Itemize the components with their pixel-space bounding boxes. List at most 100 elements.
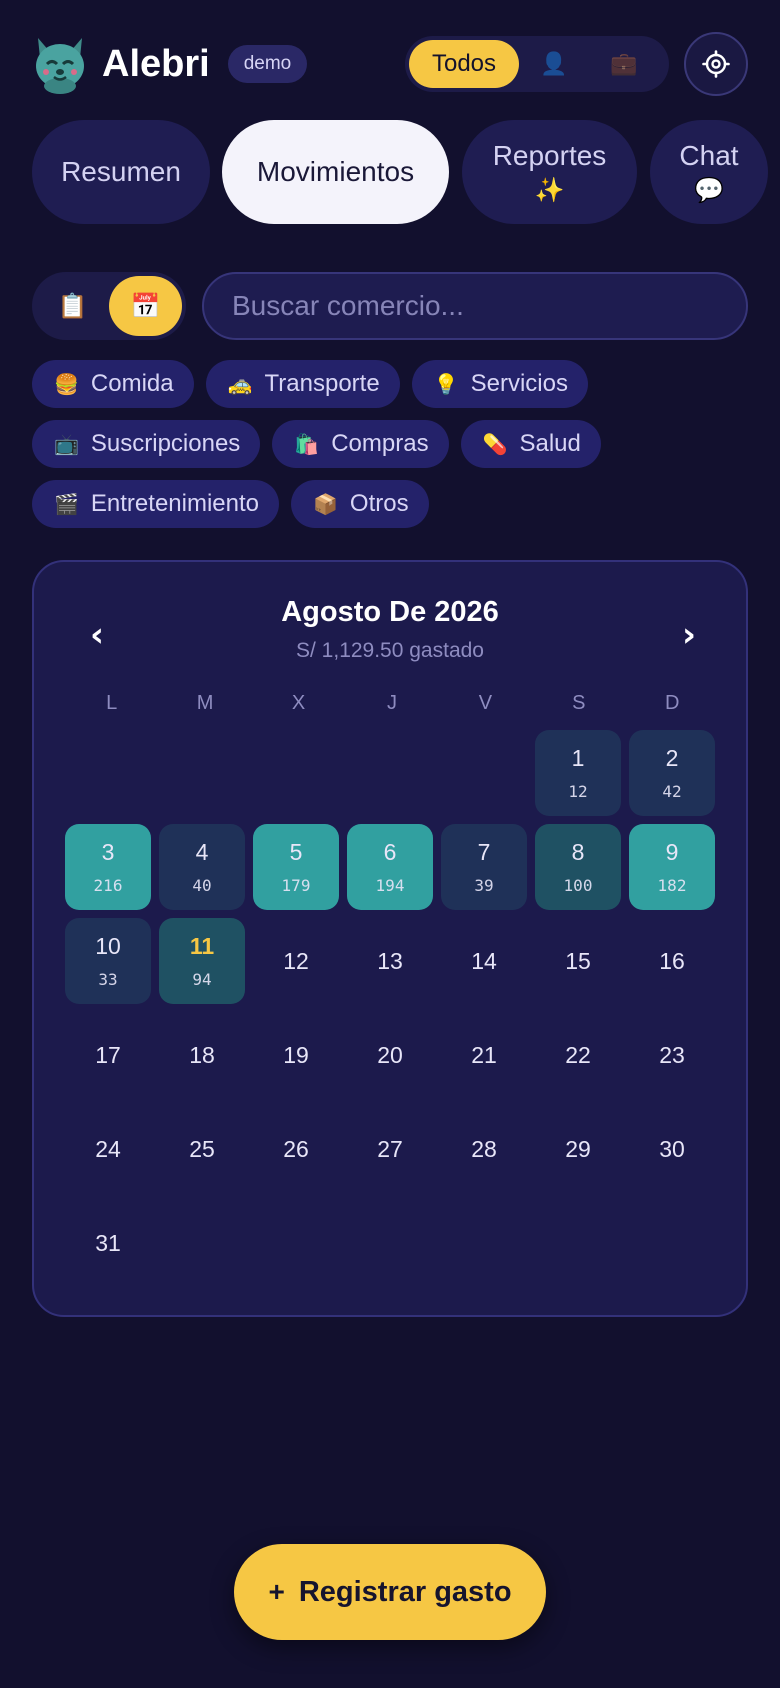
day-number: 8 <box>571 839 585 865</box>
category-chip-transporte[interactable]: 🚕 Transporte <box>205 360 400 408</box>
main-tabs: Resumen Movimientos Reportes ✨ Chat 💬 <box>32 120 780 224</box>
clipboard-icon[interactable]: 📋 <box>36 276 109 336</box>
calendar-month-title: Agosto De 2026 <box>281 596 499 628</box>
calendar-day[interactable]: 27 <box>347 1106 433 1192</box>
briefcase-icon[interactable]: 💼 <box>589 40 659 88</box>
scope-toggle: Todos 👤 💼 <box>405 36 669 92</box>
category-chip-salud[interactable]: 💊 Salud <box>460 420 601 468</box>
day-number: 3 <box>101 839 115 865</box>
calendar-day[interactable]: 29 <box>535 1106 621 1192</box>
calendar-day[interactable]: 30 <box>629 1106 715 1192</box>
app-title: Alebri <box>102 42 210 85</box>
calendar-day[interactable]: 26 <box>253 1106 339 1192</box>
day-number: 7 <box>477 839 491 865</box>
day-number: 22 <box>565 1041 591 1068</box>
day-number: 31 <box>95 1229 121 1256</box>
weekday-label: V <box>478 692 493 714</box>
category-label: Servicios <box>470 370 568 397</box>
category-chip-compras[interactable]: 🛍️ Compras <box>272 420 449 468</box>
calendar-day[interactable]: 5 179 <box>253 824 339 910</box>
day-number: 15 <box>565 947 591 974</box>
category-chip-comida[interactable]: 🍔 Comida <box>32 360 194 408</box>
day-number: 12 <box>283 947 309 974</box>
scope-all-button[interactable]: Todos <box>409 40 519 88</box>
day-number: 30 <box>659 1135 685 1162</box>
day-spent-amount: 33 <box>98 970 118 989</box>
calendar-day[interactable]: 19 <box>253 1012 339 1098</box>
next-month-button[interactable]: › <box>664 610 714 660</box>
day-spent-amount: 40 <box>192 876 212 895</box>
weekday-header: LMXJVSD <box>65 692 719 715</box>
tab-reportes[interactable]: Reportes ✨ <box>462 120 637 224</box>
calendar-day[interactable]: 13 <box>347 918 433 1004</box>
search-input[interactable] <box>202 272 748 340</box>
category-label: Entretenimiento <box>90 490 259 517</box>
gear-icon <box>702 50 730 78</box>
day-number: 6 <box>383 839 397 865</box>
tab-chat[interactable]: Chat 💬 <box>650 120 768 224</box>
calendar-day[interactable]: 2 42 <box>629 730 715 816</box>
calendar-day[interactable]: 25 <box>159 1106 245 1192</box>
day-number: 1 <box>571 745 585 771</box>
calendar-icon[interactable]: 📅 <box>109 276 182 336</box>
calendar-day[interactable]: 7 39 <box>441 824 527 910</box>
category-chip-otros[interactable]: 📦 Otros <box>291 480 429 528</box>
calendar-day[interactable]: 22 <box>535 1012 621 1098</box>
calendar-day[interactable]: 1 12 <box>535 730 621 816</box>
calendar-day[interactable]: 20 <box>347 1012 433 1098</box>
day-number: 4 <box>195 839 209 865</box>
weekday-label: S <box>572 692 586 714</box>
calendar-day[interactable]: 12 <box>253 918 339 1004</box>
chip-row: 🍔 Comida 🚕 Transporte 💡 Servicios <box>32 360 752 408</box>
calendar-day[interactable]: 21 <box>441 1012 527 1098</box>
category-chip-entretenimiento[interactable]: 🎬 Entretenimiento <box>32 480 279 528</box>
day-number: 29 <box>565 1135 591 1162</box>
category-chip-suscripciones[interactable]: 📺 Suscripciones <box>32 420 261 468</box>
speech-bubble-icon: 💬 <box>694 176 724 204</box>
category-icon: 🍔 <box>54 373 79 396</box>
category-chip-servicios[interactable]: 💡 Servicios <box>411 360 588 408</box>
calendar-day[interactable]: 4 40 <box>159 824 245 910</box>
calendar-day[interactable]: 28 <box>441 1106 527 1192</box>
calendar-day[interactable]: 3 216 <box>65 824 151 910</box>
calendar-day[interactable]: 11 94 <box>159 918 245 1004</box>
day-number: 27 <box>377 1135 403 1162</box>
settings-button[interactable] <box>684 32 748 96</box>
calendar-day[interactable]: 15 <box>535 918 621 1004</box>
view-toggle: 📋 📅 <box>32 272 186 340</box>
calendar-day[interactable]: 10 33 <box>65 918 151 1004</box>
calendar-day[interactable]: 24 <box>65 1106 151 1192</box>
day-spent-amount: 100 <box>563 876 593 895</box>
calendar-day[interactable]: 18 <box>159 1012 245 1098</box>
category-icon: 📦 <box>313 493 338 516</box>
sparkles-icon: ✨ <box>534 176 565 204</box>
calendar-day[interactable]: 9 182 <box>629 824 715 910</box>
tab-label: Resumen <box>61 156 181 187</box>
register-expense-button[interactable]: + Registrar gasto <box>234 1544 546 1640</box>
day-number: 11 <box>189 933 215 959</box>
alebrije-logo-icon <box>32 34 88 94</box>
app-header: Alebri demo Todos 👤 💼 <box>32 30 748 98</box>
category-label: Compras <box>331 430 429 457</box>
calendar-day[interactable]: 16 <box>629 918 715 1004</box>
calendar-day[interactable]: 31 <box>65 1200 151 1286</box>
day-number: 9 <box>665 839 679 865</box>
calendar-day[interactable]: 6 194 <box>347 824 433 910</box>
category-icon: 💡 <box>433 373 459 396</box>
category-icon: 💊 <box>482 433 508 456</box>
tab-resumen[interactable]: Resumen <box>32 120 210 224</box>
demo-badge: demo <box>227 45 308 83</box>
day-number: 17 <box>95 1041 121 1068</box>
category-icon: 📺 <box>54 433 79 456</box>
calendar-day[interactable]: 8 100 <box>535 824 621 910</box>
calendar-day[interactable]: 17 <box>65 1012 151 1098</box>
category-chips: 🍔 Comida 🚕 Transporte 💡 Servicios 📺 Suscripcion… <box>32 360 752 540</box>
weekday-label: L <box>106 692 118 714</box>
calendar-card: ‹ Agosto De 2026 S/ 1,129.50 gastado › L… <box>32 560 748 1317</box>
tab-movimientos[interactable]: Movimientos <box>222 120 449 224</box>
person-icon[interactable]: 👤 <box>519 40 589 88</box>
calendar-day[interactable]: 23 <box>629 1012 715 1098</box>
day-number: 10 <box>95 933 121 959</box>
calendar-day[interactable]: 14 <box>441 918 527 1004</box>
weekday-label: X <box>291 692 306 714</box>
